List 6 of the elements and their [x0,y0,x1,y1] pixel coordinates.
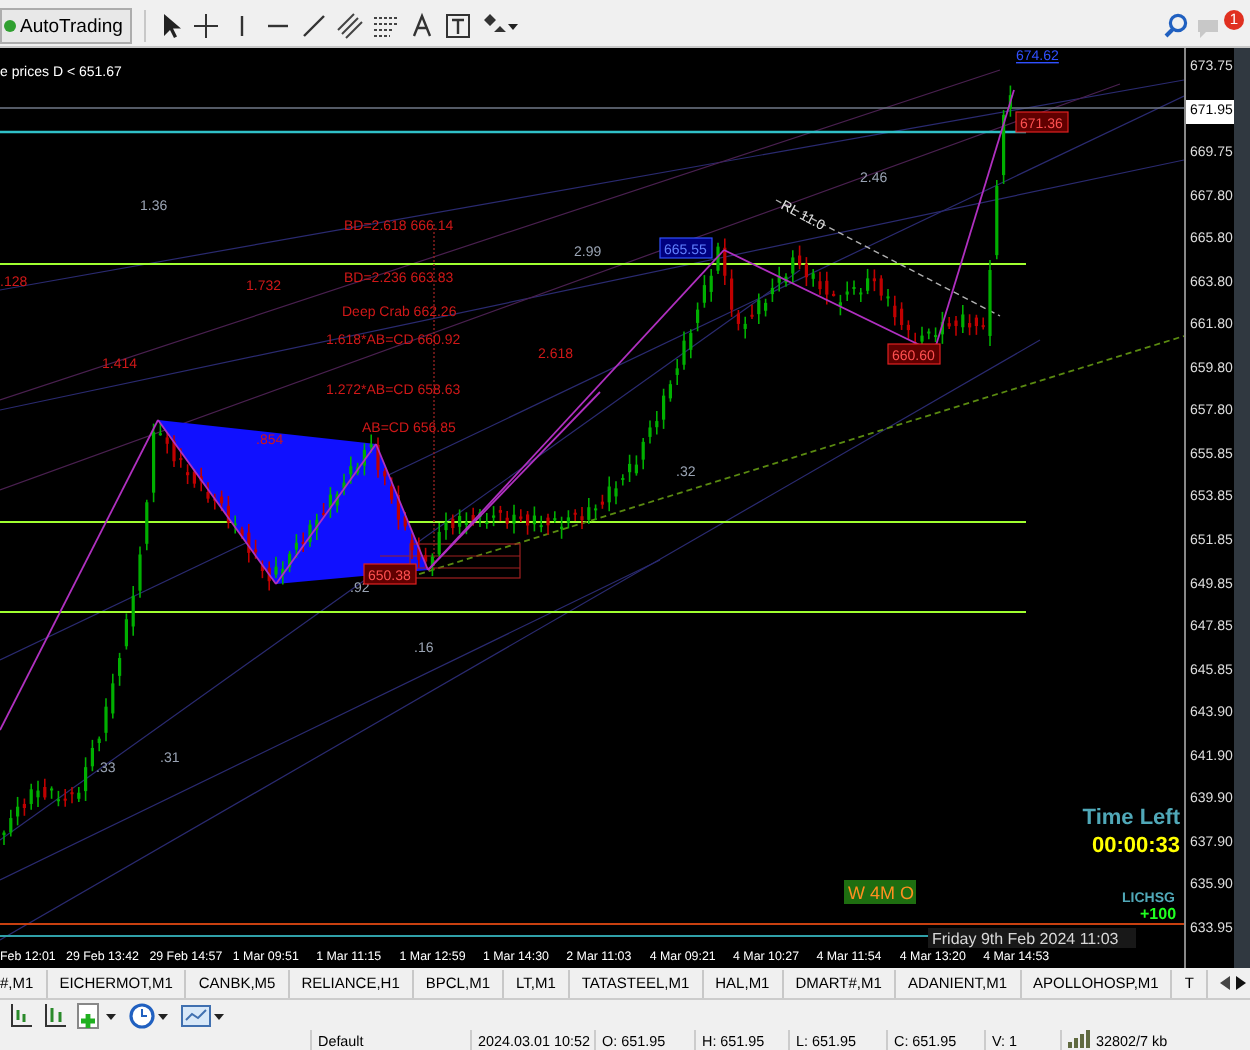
change-label: +100 [1140,905,1177,923]
signal-badge: W 4M O [844,880,916,904]
time-left-label: Time Left [1082,806,1180,830]
autotrading-button[interactable]: AutoTrading [0,8,133,44]
countdown-timer: 00:00:33 [1091,834,1180,858]
date-label: Friday 9th Feb 2024 11:03 [928,928,1136,948]
